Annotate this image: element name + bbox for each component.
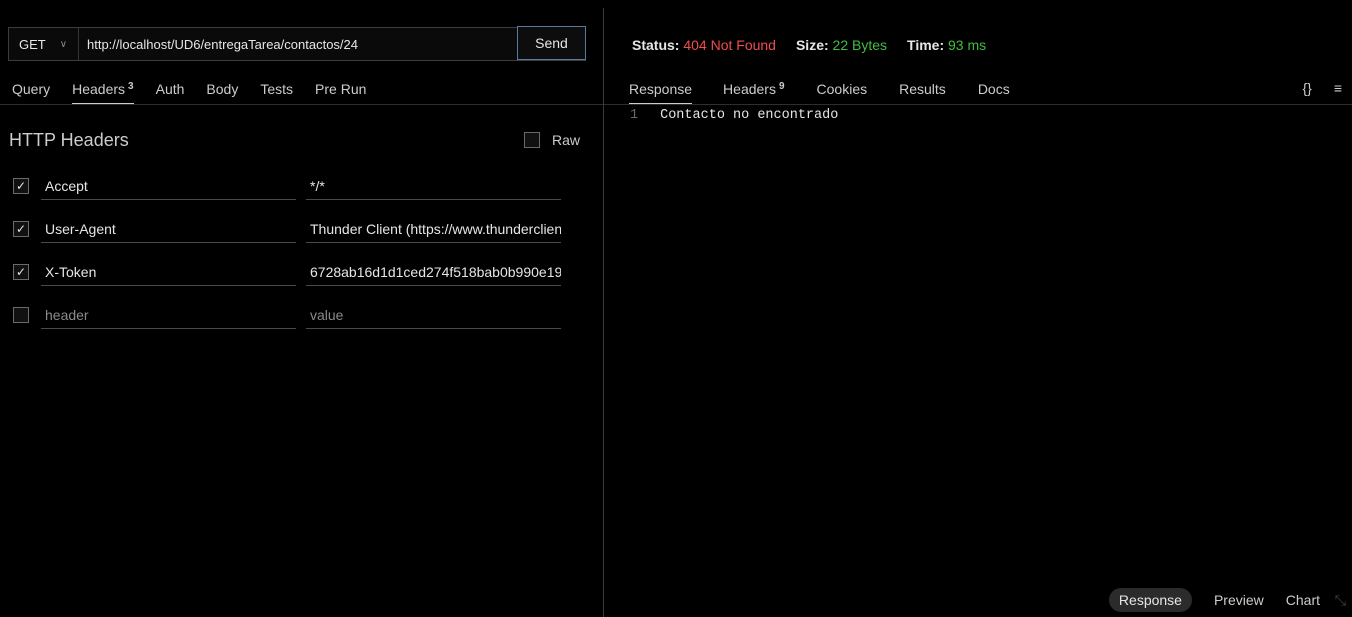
tab-label: Results bbox=[899, 81, 946, 97]
raw-toggle[interactable]: Raw bbox=[524, 132, 580, 148]
header-enabled-checkbox[interactable]: ✓ bbox=[13, 264, 29, 280]
time-info: Time: 93 ms bbox=[907, 37, 986, 53]
menu-icon[interactable]: ≡ bbox=[1334, 80, 1342, 96]
raw-label: Raw bbox=[552, 132, 581, 148]
header-key-input[interactable]: Accept bbox=[41, 172, 296, 200]
tab-label: Query bbox=[12, 81, 51, 97]
tab-results[interactable]: Results bbox=[899, 74, 946, 104]
braces-icon[interactable]: {} bbox=[1302, 80, 1311, 96]
view-chart-button[interactable]: Chart bbox=[1286, 592, 1320, 608]
url-bar: GET ∨ http://localhost/UD6/entregaTarea/… bbox=[8, 26, 586, 61]
tab-auth[interactable]: Auth bbox=[156, 74, 185, 104]
tab-query[interactable]: Query bbox=[12, 74, 50, 104]
line-number: 1 bbox=[630, 108, 639, 123]
tab-label: Headers bbox=[72, 81, 126, 97]
header-key-input[interactable]: header bbox=[41, 301, 296, 329]
request-tabs: Query Headers 3 Auth Body Tests Pre Run bbox=[12, 74, 388, 104]
status-value: 404 Not Found bbox=[683, 37, 776, 53]
tab-pre-run[interactable]: Pre Run bbox=[315, 74, 366, 104]
response-text: Contacto no encontrado bbox=[660, 108, 839, 123]
tab-docs[interactable]: Docs bbox=[978, 74, 1010, 104]
tab-count-badge: 9 bbox=[778, 80, 785, 92]
header-row: ✓ User-Agent Thunder Client (https://www… bbox=[13, 215, 563, 243]
header-key-input[interactable]: X-Token bbox=[41, 258, 296, 286]
header-key-input[interactable]: User-Agent bbox=[41, 215, 296, 243]
header-value-input[interactable]: Thunder Client (https://www.thunderclien… bbox=[306, 215, 561, 243]
chevron-down-icon: ∨ bbox=[59, 38, 68, 50]
tab-label: Auth bbox=[155, 81, 185, 97]
view-response-button[interactable]: Response bbox=[1108, 588, 1192, 612]
response-toolbar: {} ≡ bbox=[1302, 80, 1342, 96]
tab-headers[interactable]: Headers 3 bbox=[72, 74, 135, 104]
view-preview-button[interactable]: Preview bbox=[1214, 592, 1264, 608]
method-label: GET bbox=[19, 36, 46, 52]
size-label: Size: bbox=[795, 37, 829, 53]
tab-divider bbox=[0, 104, 603, 105]
header-value-input[interactable]: */* bbox=[306, 172, 561, 200]
response-status-bar: Status: 404 Not Found Size: 22 Bytes Tim… bbox=[632, 37, 986, 53]
tab-label: Docs bbox=[977, 81, 1010, 97]
size-info: Size: 22 Bytes bbox=[796, 37, 887, 53]
checkmark-icon: ✓ bbox=[15, 265, 27, 279]
tab-response[interactable]: Response bbox=[629, 74, 693, 104]
header-enabled-checkbox[interactable]: ✓ bbox=[13, 221, 29, 237]
status-info: Status: 404 Not Found bbox=[632, 37, 776, 53]
response-pane: Status: 404 Not Found Size: 22 Bytes Tim… bbox=[604, 0, 1352, 617]
view-switcher: Response Preview Chart bbox=[1108, 588, 1320, 612]
tab-label: Response bbox=[629, 81, 693, 97]
response-body: 1 Contacto no encontrado bbox=[630, 108, 838, 123]
request-pane: GET ∨ http://localhost/UD6/entregaTarea/… bbox=[0, 0, 603, 617]
send-button[interactable]: Send bbox=[517, 26, 586, 60]
header-value-input[interactable]: 6728ab16d1d1ced274f518bab0b990e19b bbox=[306, 258, 561, 286]
checkmark-icon: ✓ bbox=[15, 179, 27, 193]
size-value: 22 Bytes bbox=[832, 37, 888, 53]
checkmark-icon: ✓ bbox=[15, 222, 27, 236]
tab-tests[interactable]: Tests bbox=[260, 74, 293, 104]
time-value: 93 ms bbox=[948, 37, 987, 53]
header-value-input[interactable]: value bbox=[306, 301, 561, 329]
header-row: ✓ Accept */* bbox=[13, 172, 563, 200]
tab-label: Pre Run bbox=[315, 81, 367, 97]
tab-label: Headers bbox=[723, 81, 776, 97]
tab-body[interactable]: Body bbox=[206, 74, 238, 104]
header-enabled-checkbox[interactable]: ✓ bbox=[13, 178, 29, 194]
header-enabled-checkbox[interactable] bbox=[13, 307, 29, 323]
tab-label: Cookies bbox=[816, 81, 868, 97]
header-row: ✓ X-Token 6728ab16d1d1ced274f518bab0b990… bbox=[13, 258, 563, 286]
resize-icon[interactable]: ⤡ bbox=[1335, 592, 1346, 609]
url-input[interactable]: http://localhost/UD6/entregaTarea/contac… bbox=[79, 37, 517, 52]
tab-cookies[interactable]: Cookies bbox=[817, 74, 868, 104]
section-title: HTTP Headers bbox=[9, 130, 129, 150]
time-label: Time: bbox=[907, 37, 945, 53]
status-label: Status: bbox=[632, 37, 680, 53]
tab-response-headers[interactable]: Headers 9 bbox=[723, 74, 784, 104]
tab-count-badge: 3 bbox=[128, 80, 134, 92]
tab-divider bbox=[604, 104, 1352, 105]
method-select[interactable]: GET ∨ bbox=[9, 28, 79, 60]
header-row-new: header value bbox=[13, 301, 563, 329]
tab-label: Tests bbox=[260, 81, 294, 97]
tab-label: Body bbox=[206, 81, 239, 97]
raw-checkbox[interactable] bbox=[524, 132, 540, 148]
response-tabs: Response Headers 9 Cookies Results Docs bbox=[629, 74, 1042, 104]
